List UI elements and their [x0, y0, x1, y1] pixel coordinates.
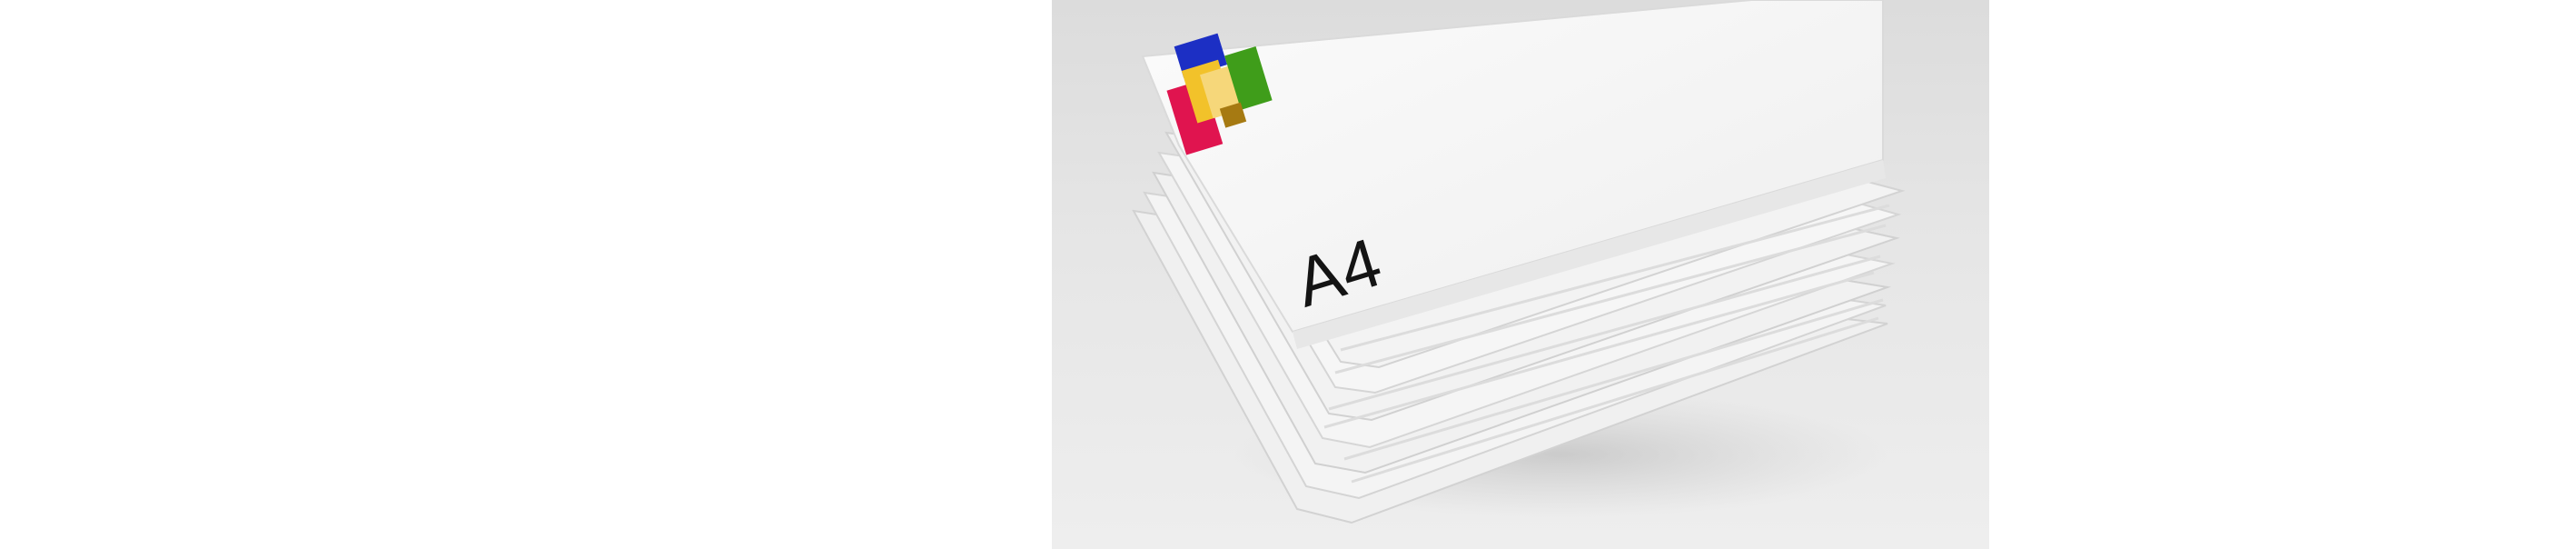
paper-stack-illustration: [1132, 0, 1906, 524]
paper-stack-photo: A4: [1052, 0, 1989, 549]
